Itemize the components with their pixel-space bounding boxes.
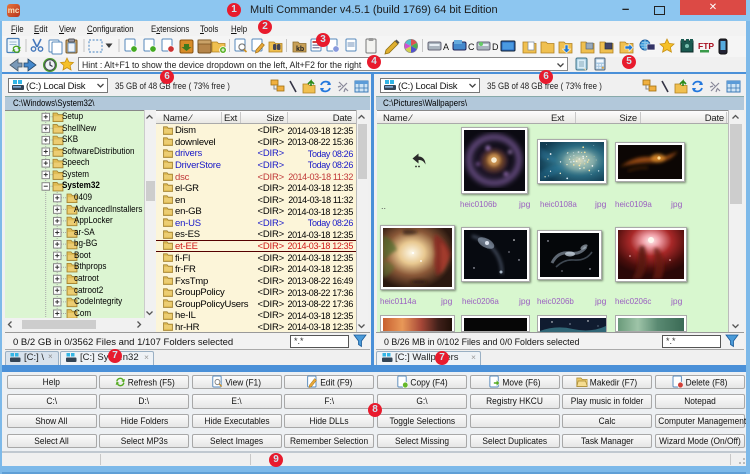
svg-text:kb: kb — [296, 46, 304, 53]
svg-text:A: A — [443, 42, 449, 52]
svg-text:FTP: FTP — [698, 41, 714, 51]
svg-text:D: D — [492, 42, 499, 52]
svg-text:C: C — [468, 42, 475, 52]
